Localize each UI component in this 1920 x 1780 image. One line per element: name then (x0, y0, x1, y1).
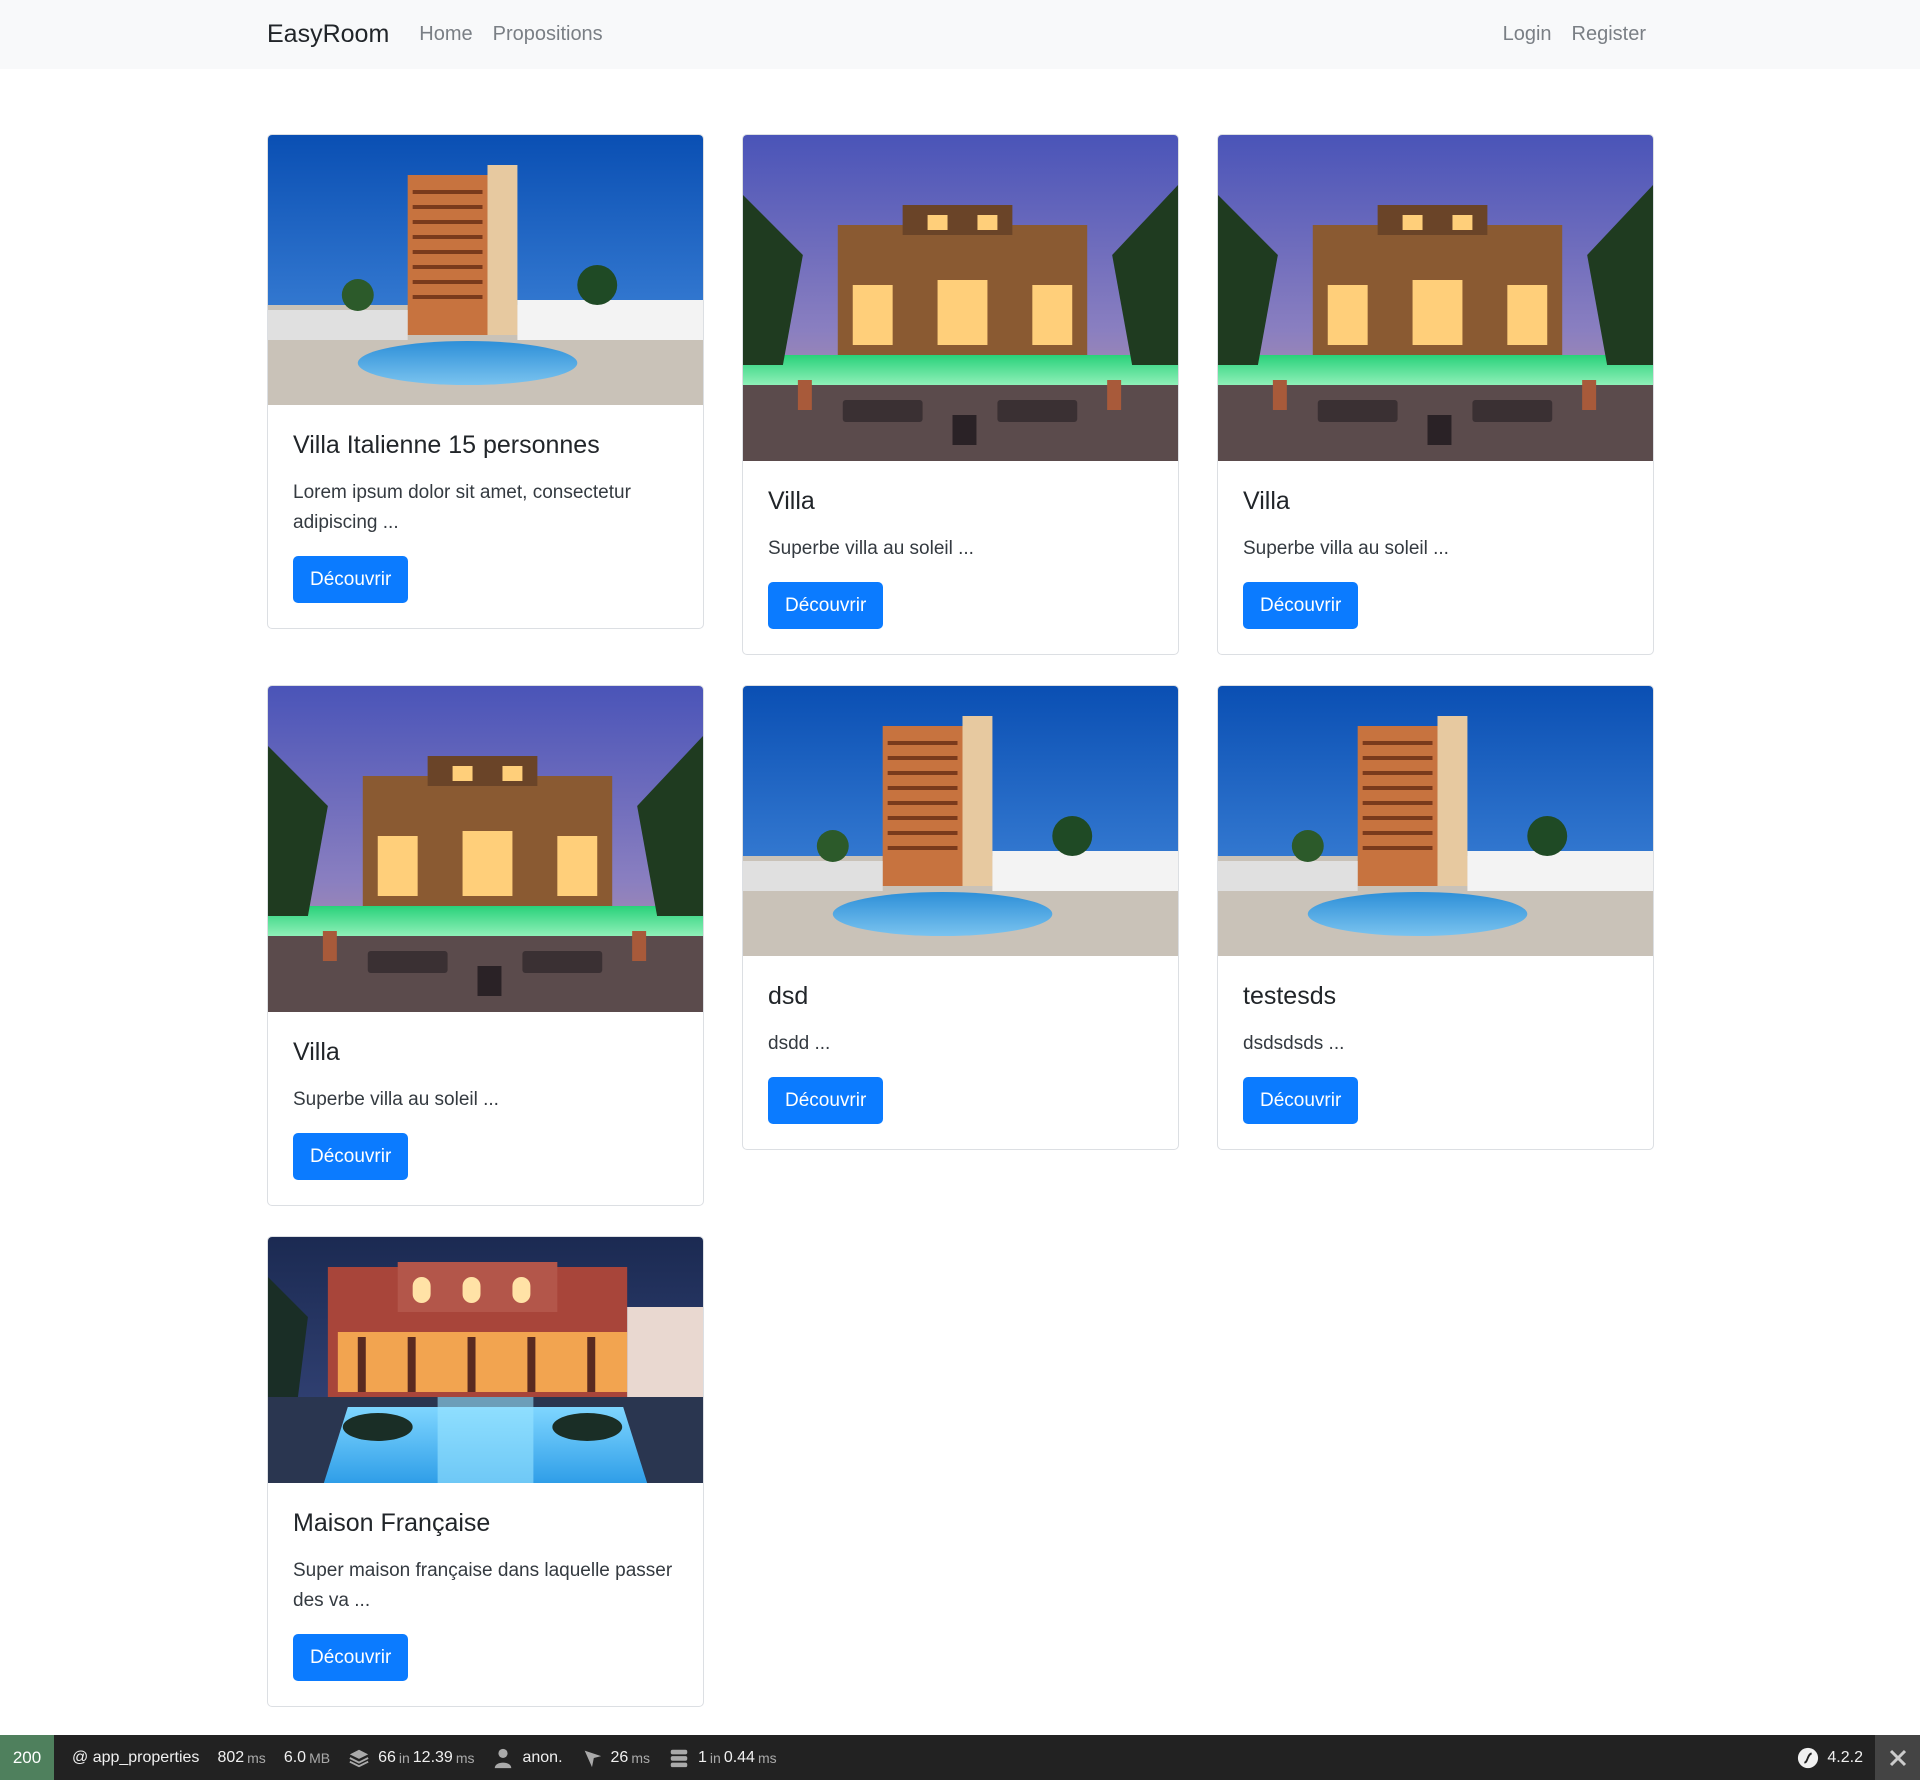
card-text: Superbe villa au soleil ... (768, 538, 974, 559)
navbar-right: Login Register (1503, 23, 1646, 46)
discover-button[interactable]: Découvrir (293, 1634, 409, 1681)
route-label: @ app_properties (72, 1748, 200, 1766)
request-time[interactable]: 802 ms (217, 1749, 265, 1767)
card-title: dsd (768, 982, 809, 1010)
memory-unit: MB (309, 1749, 331, 1766)
card-body: Villa Superbe villa au soleil ... Découv… (743, 461, 1178, 654)
debug-toolbar: 200 @ app_properties 802 ms 6.0 MB 66 in… (0, 1735, 1920, 1780)
twig-time: 12.39 (412, 1748, 453, 1766)
toolbar-right: 4.2.2 (1779, 1735, 1920, 1780)
route-name[interactable]: @ app_properties (72, 1749, 199, 1767)
ajax-unit: ms (631, 1749, 650, 1766)
card-title: Villa Italienne 15 personnes (293, 431, 600, 459)
nav-link-register[interactable]: Register (1572, 23, 1646, 46)
card-body: Villa Italienne 15 personnes Lorem ipsum… (268, 405, 703, 628)
discover-button[interactable]: Découvrir (1243, 1077, 1359, 1124)
symfony-logo-icon (1798, 1747, 1819, 1768)
twig-in: in (398, 1749, 410, 1766)
database-panel[interactable]: 1 in 0.44 ms (668, 1747, 777, 1769)
db-count: 1 (698, 1748, 707, 1766)
card-body: Maison Française Super maison française … (268, 1483, 703, 1706)
nav-link-login[interactable]: Login (1503, 23, 1552, 46)
card-text: dsdd ... (768, 1033, 831, 1054)
discover-button[interactable]: Découvrir (293, 556, 409, 603)
brand-link[interactable]: EasyRoom (267, 20, 389, 49)
time-unit: ms (247, 1749, 266, 1766)
navbar-inner: EasyRoom Home Propositions Login Registe… (267, 0, 1646, 69)
property-image[interactable] (268, 686, 703, 1012)
card-title: Maison Française (293, 1509, 491, 1537)
property-image[interactable] (743, 686, 1178, 956)
card-body: Villa Superbe villa au soleil ... Découv… (1218, 461, 1653, 654)
property-image[interactable] (1218, 686, 1653, 956)
property-image[interactable] (1218, 135, 1653, 461)
property-card: testesds dsdsdsds ... Découvrir (1217, 685, 1654, 1150)
discover-button[interactable]: Découvrir (768, 582, 884, 629)
card-title: Villa (768, 487, 815, 515)
property-image[interactable] (268, 1237, 703, 1483)
nav-link-propositions[interactable]: Propositions (493, 23, 603, 46)
twig-count: 66 (378, 1748, 396, 1766)
discover-button[interactable]: Découvrir (1243, 582, 1359, 629)
memory-usage[interactable]: 6.0 MB (284, 1749, 330, 1767)
discover-button[interactable]: Découvrir (768, 1077, 884, 1124)
close-icon (1889, 1749, 1906, 1766)
time-value: 802 (217, 1748, 245, 1766)
symfony-version[interactable]: 4.2.2 (1797, 1747, 1863, 1769)
toolbar-close-button[interactable] (1875, 1735, 1920, 1780)
db-in: in (709, 1749, 721, 1766)
user-icon (495, 1748, 512, 1768)
card-body: dsd dsdd ... Découvrir (743, 956, 1178, 1149)
database-icon (670, 1749, 688, 1767)
nav-link-home[interactable]: Home (419, 23, 472, 46)
user-name: anon. (522, 1748, 563, 1766)
card-title: testesds (1243, 982, 1337, 1010)
security-panel[interactable]: anon. (492, 1747, 563, 1769)
version-value: 4.2.2 (1827, 1748, 1863, 1766)
ajax-value: 26 (610, 1748, 629, 1766)
ajax-icon (584, 1750, 601, 1767)
card-title: Villa (1243, 487, 1290, 515)
property-card: dsd dsdd ... Découvrir (742, 685, 1179, 1150)
card-text: Lorem ipsum dolor sit amet, consectetur … (293, 482, 631, 533)
property-image[interactable] (268, 135, 703, 405)
card-body: Villa Superbe villa au soleil ... Découv… (268, 1012, 703, 1205)
property-card: Villa Superbe villa au soleil ... Découv… (742, 134, 1179, 655)
property-card: Villa Italienne 15 personnes Lorem ipsum… (267, 134, 704, 629)
property-image[interactable] (743, 135, 1178, 461)
card-text: Superbe villa au soleil ... (1243, 538, 1449, 559)
twig-unit: ms (455, 1749, 475, 1766)
property-card: Villa Superbe villa au soleil ... Découv… (267, 685, 704, 1206)
status-code-badge[interactable]: 200 (0, 1735, 54, 1780)
property-card: Villa Superbe villa au soleil ... Découv… (1217, 134, 1654, 655)
property-card: Maison Française Super maison française … (267, 1236, 704, 1707)
layers-icon (349, 1749, 369, 1767)
card-text: Superbe villa au soleil ... (293, 1089, 499, 1110)
memory-value: 6.0 (283, 1748, 307, 1766)
card-title: Villa (293, 1038, 340, 1066)
ajax-panel[interactable]: 26 ms (581, 1747, 650, 1769)
card-text: dsdsdsds ... (1243, 1033, 1345, 1054)
card-text: Super maison française dans laquelle pas… (293, 1560, 673, 1611)
discover-button[interactable]: Découvrir (293, 1133, 409, 1180)
db-unit: ms (757, 1749, 777, 1766)
navbar: EasyRoom Home Propositions Login Registe… (0, 0, 1920, 69)
db-time: 0.44 (723, 1748, 755, 1766)
card-body: testesds dsdsdsds ... Découvrir (1218, 956, 1653, 1149)
twig-panel[interactable]: 66 in 12.39 ms (348, 1747, 474, 1769)
